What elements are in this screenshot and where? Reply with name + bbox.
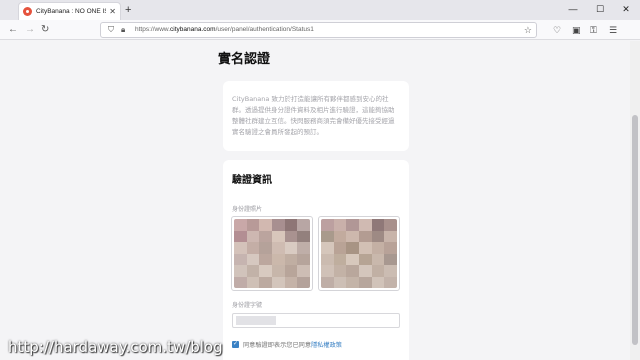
watermark-text: http://hardaway.com.tw/blog	[8, 338, 223, 356]
pocket-icon[interactable]: ♡	[553, 24, 561, 36]
agree-text: 同意驗證即表示您已同意	[243, 342, 312, 349]
blurred-id-photo	[321, 219, 397, 288]
intro-text: CityBanana 致力於打造能讓所有夥伴都感到安心的社群。透過提供身分證件資…	[232, 95, 395, 136]
verification-title: 驗證資訊	[232, 175, 272, 186]
id-photo-front[interactable]	[231, 216, 313, 291]
agree-checkbox[interactable]: ✓	[232, 341, 239, 348]
address-bar[interactable]: ⛉ 🔒︎ https://www.citybanana.com/user/pan…	[100, 22, 537, 38]
shield-icon[interactable]: ⛉	[108, 24, 114, 36]
intro-card: CityBanana 致力於打造能讓所有夥伴都感到安心的社群。透過提供身分證件資…	[223, 81, 409, 151]
id-number-label: 身份證字號	[232, 302, 263, 309]
browser-tab[interactable]: CityBanana : NO ONE IS ALONE ✕	[18, 2, 121, 20]
verification-card: 驗證資訊 身份證照片 身份證字號 ✓ 同意驗證即表示您已同意 隱私權政策	[223, 160, 409, 360]
id-photo-label: 身份證照片	[232, 206, 263, 213]
page-title: 實名認證	[218, 52, 271, 67]
close-tab-icon[interactable]: ✕	[109, 7, 116, 16]
menu-icon[interactable]: ☰	[609, 24, 617, 36]
page-scrollbar[interactable]	[630, 41, 640, 360]
citybanana-favicon-icon	[23, 7, 32, 16]
reload-icon[interactable]: ↻	[41, 23, 49, 36]
privacy-policy-link[interactable]: 隱私權政策	[311, 340, 342, 349]
blurred-id-photo	[234, 219, 310, 288]
minimize-button[interactable]: —	[560, 2, 586, 16]
close-window-button[interactable]: ✕	[613, 2, 639, 16]
sidebar-icon[interactable]: ▣	[572, 24, 581, 36]
bookmark-star-icon[interactable]: ☆	[524, 24, 532, 36]
extensions-icon[interactable]: ⚿	[590, 24, 597, 36]
tab-bar: CityBanana : NO ONE IS ALONE ✕ + — ☐ ✕	[0, 0, 640, 20]
agree-row[interactable]: ✓ 同意驗證即表示您已同意 隱私權政策	[232, 340, 342, 349]
forward-arrow-icon[interactable]: →	[25, 23, 35, 36]
tab-title: CityBanana : NO ONE IS ALONE	[36, 8, 106, 15]
id-number-input[interactable]	[232, 313, 400, 328]
maximize-button[interactable]: ☐	[587, 2, 613, 16]
scrollbar-thumb[interactable]	[632, 115, 638, 345]
page-content: 實名認證 CityBanana 致力於打造能讓所有夥伴都感到安心的社群。透過提供…	[0, 41, 630, 360]
lock-icon[interactable]: 🔒︎	[121, 24, 125, 36]
id-photo-back[interactable]	[318, 216, 400, 291]
new-tab-button[interactable]: +	[125, 3, 131, 17]
back-arrow-icon[interactable]: ←	[8, 23, 18, 36]
masked-id-value	[236, 316, 276, 325]
url-text[interactable]: https://www.citybanana.com/user/panel/au…	[135, 26, 314, 33]
navigation-bar: ← → ↻ ⛉ 🔒︎ https://www.citybanana.com/us…	[0, 20, 640, 40]
